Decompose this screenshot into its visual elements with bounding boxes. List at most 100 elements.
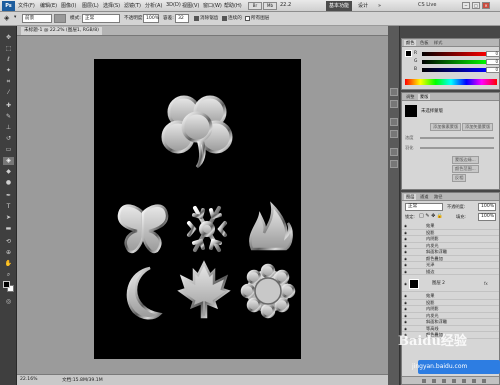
lasso-icon[interactable]: ℓ (3, 56, 14, 64)
mode-select[interactable]: 正常 (82, 14, 120, 23)
green-slider[interactable] (422, 60, 488, 64)
eye-icon[interactable]: ◉ (403, 263, 408, 267)
paragraph-panel-icon[interactable] (390, 130, 398, 138)
eye-icon[interactable]: ◉ (403, 301, 408, 305)
workspace-essentials[interactable]: 基本功能 (326, 1, 353, 11)
antialias-checkbox[interactable] (194, 16, 199, 21)
zoom-level[interactable]: 22.2 (280, 2, 291, 8)
menu-edit[interactable]: 编辑(E) (40, 2, 57, 9)
red-value[interactable]: 0 (486, 51, 500, 57)
color-range-button[interactable]: 颜色范围... (452, 165, 479, 173)
red-slider[interactable] (422, 52, 488, 56)
fx-icon[interactable] (432, 379, 436, 383)
all-layers-checkbox[interactable] (245, 16, 250, 21)
fill-input[interactable]: 100% (478, 213, 496, 221)
workspace-design[interactable]: 设计 (355, 1, 371, 11)
layer-opacity-input[interactable]: 100% (478, 203, 496, 211)
tab-color[interactable]: 颜色 (404, 40, 417, 46)
color-spectrum[interactable] (405, 79, 497, 85)
stamp-icon[interactable]: ⊥ (3, 124, 14, 132)
minimize-icon[interactable]: ─ (462, 2, 470, 9)
menu-view[interactable]: 视图(V) (182, 2, 199, 9)
new-group-icon[interactable] (462, 379, 466, 383)
add-mask-icon[interactable] (442, 379, 446, 383)
eye-icon[interactable]: ◉ (403, 307, 408, 311)
eye-icon[interactable]: ◉ (403, 250, 408, 254)
3d-rotate-icon[interactable]: ⟲ (3, 238, 14, 246)
add-vector-mask-button[interactable]: 添加矢量蒙版 (462, 123, 494, 131)
clone-source-panel-icon[interactable] (390, 160, 398, 168)
workspace-more[interactable]: » (375, 1, 384, 11)
magic-wand-icon[interactable]: ✦ (3, 67, 14, 75)
crop-icon[interactable]: ⌗ (3, 78, 14, 86)
character-panel-icon[interactable] (390, 118, 398, 126)
menu-file[interactable]: 文件(F) (18, 2, 35, 9)
3d-orbit-icon[interactable]: ⊕ (3, 249, 14, 257)
menu-select[interactable]: 选择(S) (103, 2, 120, 9)
move-icon[interactable]: ✥ (3, 34, 14, 42)
layer-effect-row[interactable]: ◉ 描边 (402, 269, 499, 275)
history-panel-icon[interactable] (390, 88, 398, 96)
restore-icon[interactable]: □ (472, 2, 480, 9)
tab-adjustments[interactable]: 调整 (404, 94, 416, 100)
eye-icon[interactable]: ◉ (403, 282, 408, 286)
tab-layers[interactable]: 图层 (404, 194, 417, 200)
status-zoom[interactable]: 22.16% (20, 377, 38, 382)
close-icon[interactable]: ✕ (482, 2, 490, 9)
trash-icon[interactable] (482, 379, 486, 383)
opacity-input[interactable]: 100% (143, 14, 159, 23)
menu-filter[interactable]: 滤镜(T) (124, 2, 141, 9)
paint-bucket-icon[interactable]: ◈ (4, 14, 9, 22)
add-pixel-mask-button[interactable]: 添加像素蒙版 (430, 123, 462, 131)
tab-channels[interactable]: 通道 (418, 194, 430, 200)
brush-icon[interactable]: ✎ (3, 113, 14, 121)
menu-image[interactable]: 图像(I) (61, 2, 76, 9)
green-value[interactable]: 0 (486, 59, 500, 65)
healing-brush-icon[interactable]: ✚ (3, 102, 14, 110)
type-icon[interactable]: T (3, 203, 14, 211)
zoom-icon[interactable]: ⌕ (3, 271, 14, 279)
eye-icon[interactable]: ◉ (403, 231, 408, 235)
foreground-color-swatch[interactable] (3, 281, 10, 288)
eye-icon[interactable]: ◉ (403, 257, 408, 261)
eye-icon[interactable]: ◉ (403, 237, 408, 241)
link-layers-icon[interactable] (422, 379, 426, 383)
actions-panel-icon[interactable] (390, 100, 398, 108)
eye-icon[interactable]: ◉ (403, 244, 408, 248)
eyedropper-icon[interactable]: ⁄ (3, 89, 14, 97)
contiguous-checkbox[interactable] (222, 16, 227, 21)
blue-slider[interactable] (422, 68, 488, 72)
feather-slider[interactable] (420, 147, 494, 149)
mask-edge-button[interactable]: 蒙版边缘... (452, 156, 479, 164)
dodge-icon[interactable]: ● (3, 179, 14, 187)
bridge-button[interactable]: Br (248, 2, 262, 10)
document-tab[interactable]: 未标题-1 @ 22.2% (图层1, RGB/8) (17, 26, 388, 36)
eye-icon[interactable]: ◉ (403, 314, 408, 318)
layer-row[interactable]: ◉ 图层 2 fx (402, 277, 499, 292)
tolerance-input[interactable]: 32 (175, 14, 189, 23)
pen-icon[interactable]: ✒ (3, 192, 14, 200)
quick-mask-icon[interactable]: ◎ (3, 298, 14, 306)
marquee-icon[interactable]: ⬚ (3, 45, 14, 53)
blue-value[interactable]: 0 (486, 67, 500, 73)
dropdown-arrow-icon[interactable]: ▾ (14, 15, 16, 20)
path-selection-icon[interactable]: ➤ (3, 214, 14, 222)
eye-icon[interactable]: ◉ (403, 320, 408, 324)
cs-live[interactable]: CS Live (418, 2, 436, 8)
blur-icon[interactable]: ◆ (3, 168, 14, 176)
eye-icon[interactable]: ◉ (403, 294, 408, 298)
eye-icon[interactable]: ◉ (403, 270, 408, 274)
tab-swatches[interactable]: 色板 (418, 40, 430, 46)
lock-icons[interactable]: □ ✎ ✥ 🔒 (419, 213, 443, 219)
history-brush-icon[interactable]: ↺ (3, 135, 14, 143)
pattern-swatch[interactable] (54, 14, 66, 23)
eye-icon[interactable]: ◉ (403, 224, 408, 228)
canvas[interactable] (94, 59, 301, 359)
menu-help[interactable]: 帮助(H) (224, 2, 242, 9)
tab-masks[interactable]: 蒙版 (418, 94, 431, 100)
fill-source-select[interactable]: 前景 (22, 14, 52, 23)
tab-paths[interactable]: 路径 (432, 194, 444, 200)
tab-styles[interactable]: 样式 (432, 40, 444, 46)
mini-bridge-button[interactable]: Mb (263, 2, 277, 10)
paint-bucket-icon[interactable]: ◈ (3, 157, 14, 165)
